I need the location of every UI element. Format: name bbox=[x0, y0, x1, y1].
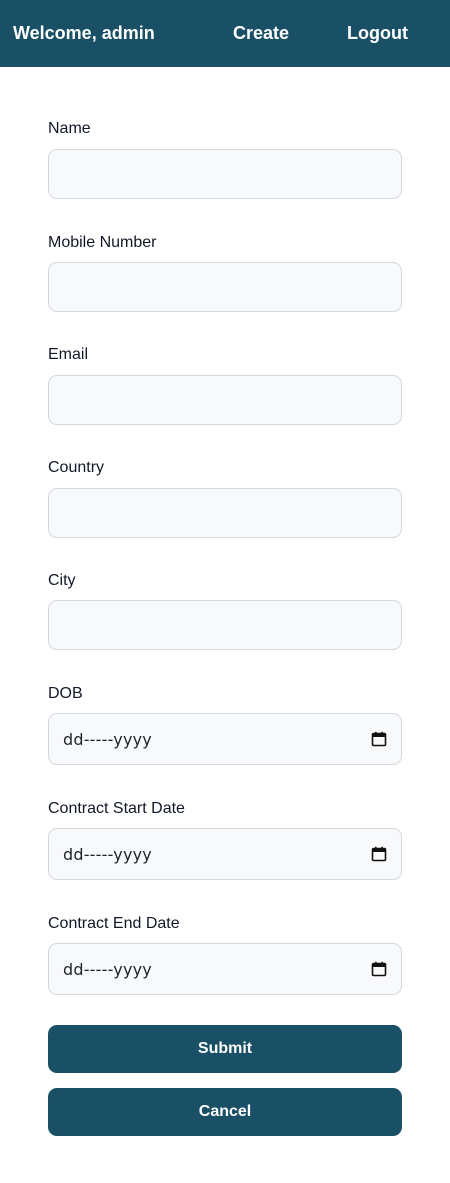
contract-end-date-input[interactable]: dd-----yyyy bbox=[48, 943, 402, 995]
country-input[interactable] bbox=[48, 488, 402, 538]
mobile-number-field-group: Mobile Number bbox=[48, 233, 402, 312]
contract-end-date-placeholder: dd-----yyyy bbox=[63, 959, 152, 979]
country-field-group: Country bbox=[48, 458, 402, 538]
nav-logout-link[interactable]: Logout bbox=[347, 0, 408, 67]
name-field-group: Name bbox=[48, 119, 402, 199]
welcome-text: Welcome, admin bbox=[13, 23, 155, 43]
dob-field-group: DOB dd-----yyyy bbox=[48, 684, 402, 765]
nav-create-link[interactable]: Create bbox=[233, 0, 289, 67]
city-input[interactable] bbox=[48, 600, 402, 650]
mobile-number-label: Mobile Number bbox=[48, 234, 157, 251]
email-field-group: Email bbox=[48, 345, 402, 425]
calendar-icon[interactable] bbox=[371, 961, 387, 977]
contract-end-date-field-group: Contract End Date dd-----yyyy bbox=[48, 914, 402, 995]
dob-label: DOB bbox=[48, 685, 83, 702]
city-label: City bbox=[48, 572, 76, 589]
email-label: Email bbox=[48, 346, 89, 363]
contract-start-date-field-group: Contract Start Date dd-----yyyy bbox=[48, 799, 402, 880]
contract-start-date-placeholder: dd-----yyyy bbox=[63, 844, 152, 864]
contract-start-date-input[interactable]: dd-----yyyy bbox=[48, 828, 402, 880]
mobile-number-input[interactable] bbox=[48, 262, 402, 312]
calendar-icon[interactable] bbox=[371, 731, 387, 747]
calendar-icon[interactable] bbox=[371, 846, 387, 862]
name-label: Name bbox=[48, 120, 91, 137]
name-input[interactable] bbox=[48, 149, 402, 199]
dob-date-input[interactable]: dd-----yyyy bbox=[48, 713, 402, 765]
dob-date-placeholder: dd-----yyyy bbox=[63, 729, 152, 749]
top-nav-bar: Welcome, admin Create Logout bbox=[0, 0, 450, 67]
cancel-button[interactable]: Cancel bbox=[48, 1088, 402, 1136]
contract-end-date-label: Contract End Date bbox=[48, 915, 180, 932]
city-field-group: City bbox=[48, 571, 402, 650]
country-label: Country bbox=[48, 459, 105, 476]
email-input[interactable] bbox=[48, 375, 402, 425]
submit-button[interactable]: Submit bbox=[48, 1025, 402, 1073]
contract-start-date-label: Contract Start Date bbox=[48, 800, 185, 817]
